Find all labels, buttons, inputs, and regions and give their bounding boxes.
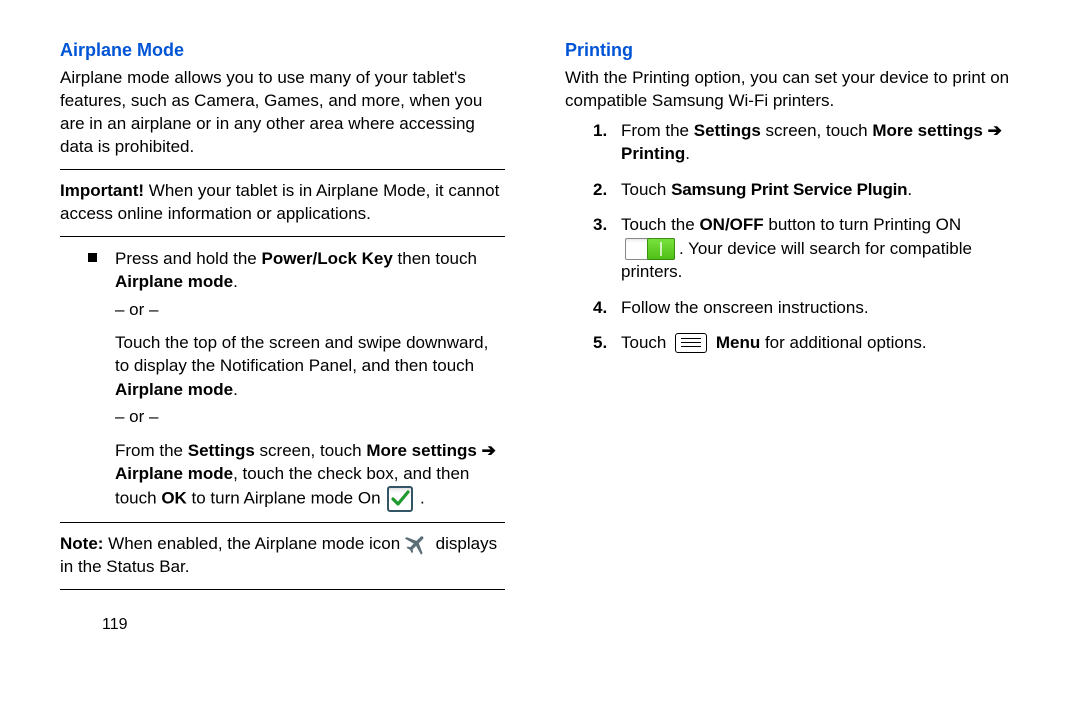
text: Touch [621, 180, 671, 199]
text-bold: More settings [872, 121, 983, 140]
toggle-on-icon [625, 238, 675, 260]
text: screen, touch [761, 121, 873, 140]
step-body: From the Settings screen, touch More set… [621, 119, 1010, 166]
page-number: 119 [102, 616, 505, 634]
text: then touch [393, 249, 477, 268]
text-bold: ON/OFF [699, 215, 763, 234]
text-bold: Settings [188, 441, 255, 460]
text: button to turn Printing ON [764, 215, 962, 234]
text-bold: Settings [694, 121, 761, 140]
airplane-intro: Airplane mode allows you to use many of … [60, 67, 505, 159]
text: screen, touch [255, 441, 367, 460]
text: . [420, 488, 425, 507]
text: for additional options. [760, 333, 926, 352]
text: Touch [621, 333, 671, 352]
step-4: 4. Follow the onscreen instructions. [593, 296, 1010, 319]
text: Touch the top of the screen and swipe do… [115, 333, 488, 375]
step-1: 1. From the Settings screen, touch More … [593, 119, 1010, 166]
text-bold: Airplane mode [115, 380, 233, 399]
step-2: 2. Touch Samsung Print Service Plugin. [593, 178, 1010, 201]
step-number: 4. [593, 296, 621, 319]
text: From the [115, 441, 188, 460]
arrow-icon: ➔ [983, 121, 1002, 140]
text: . [233, 380, 238, 399]
step-body: Touch Samsung Print Service Plugin. [621, 178, 1010, 201]
checkbox-icon [387, 486, 413, 512]
bullet-body: Press and hold the Power/Lock Key then t… [115, 247, 505, 512]
step-5: 5. Touch Menu for additional options. [593, 331, 1010, 355]
airplane-icon [405, 533, 431, 555]
note-label: Note: [60, 534, 103, 553]
step-3: 3. Touch the ON/OFF button to turn Print… [593, 213, 1010, 283]
text: . [907, 180, 912, 199]
text: . [233, 272, 238, 291]
arrow-icon: ➔ [477, 441, 496, 460]
step-number: 2. [593, 178, 621, 201]
heading-printing: Printing [565, 40, 1010, 61]
divider [60, 589, 505, 590]
square-bullet-icon [88, 253, 97, 262]
text: When enabled, the Airplane mode icon [103, 534, 404, 553]
step-body: Touch Menu for additional options. [621, 331, 1010, 355]
important-note: Important! When your tablet is in Airpla… [60, 180, 505, 226]
text: . [685, 144, 690, 163]
divider [60, 522, 505, 523]
menu-icon [675, 333, 707, 353]
manual-page: Airplane Mode Airplane mode allows you t… [0, 0, 1080, 654]
printing-intro: With the Printing option, you can set yo… [565, 67, 1010, 113]
step-number: 1. [593, 119, 621, 142]
or-separator: – or – [115, 405, 505, 428]
text-bold: Power/Lock Key [261, 249, 392, 268]
or-separator: – or – [115, 298, 505, 321]
left-column: Airplane Mode Airplane mode allows you t… [60, 40, 505, 634]
text-bold: Menu [716, 333, 760, 352]
important-label: Important! [60, 181, 144, 200]
text: Touch the [621, 215, 699, 234]
step-number: 3. [593, 213, 621, 236]
heading-airplane-mode: Airplane Mode [60, 40, 505, 61]
text-bold: OK [161, 488, 187, 507]
divider [60, 169, 505, 170]
text: From the [621, 121, 694, 140]
bullet-item: Press and hold the Power/Lock Key then t… [88, 247, 505, 512]
text: to turn Airplane mode On [187, 488, 385, 507]
step-number: 5. [593, 331, 621, 354]
text-bold: More settings [366, 441, 477, 460]
text-bold: Samsung Print Service Plugin [671, 180, 907, 199]
right-column: Printing With the Printing option, you c… [565, 40, 1010, 634]
text-bold: Airplane mode [115, 272, 233, 291]
text: Press and hold the [115, 249, 261, 268]
divider [60, 236, 505, 237]
step-body: Touch the ON/OFF button to turn Printing… [621, 213, 1010, 283]
note-line: Note: When enabled, the Airplane mode ic… [60, 533, 505, 579]
step-body: Follow the onscreen instructions. [621, 296, 1010, 319]
text-bold: Airplane mode [115, 464, 233, 483]
text-bold: Printing [621, 144, 685, 163]
